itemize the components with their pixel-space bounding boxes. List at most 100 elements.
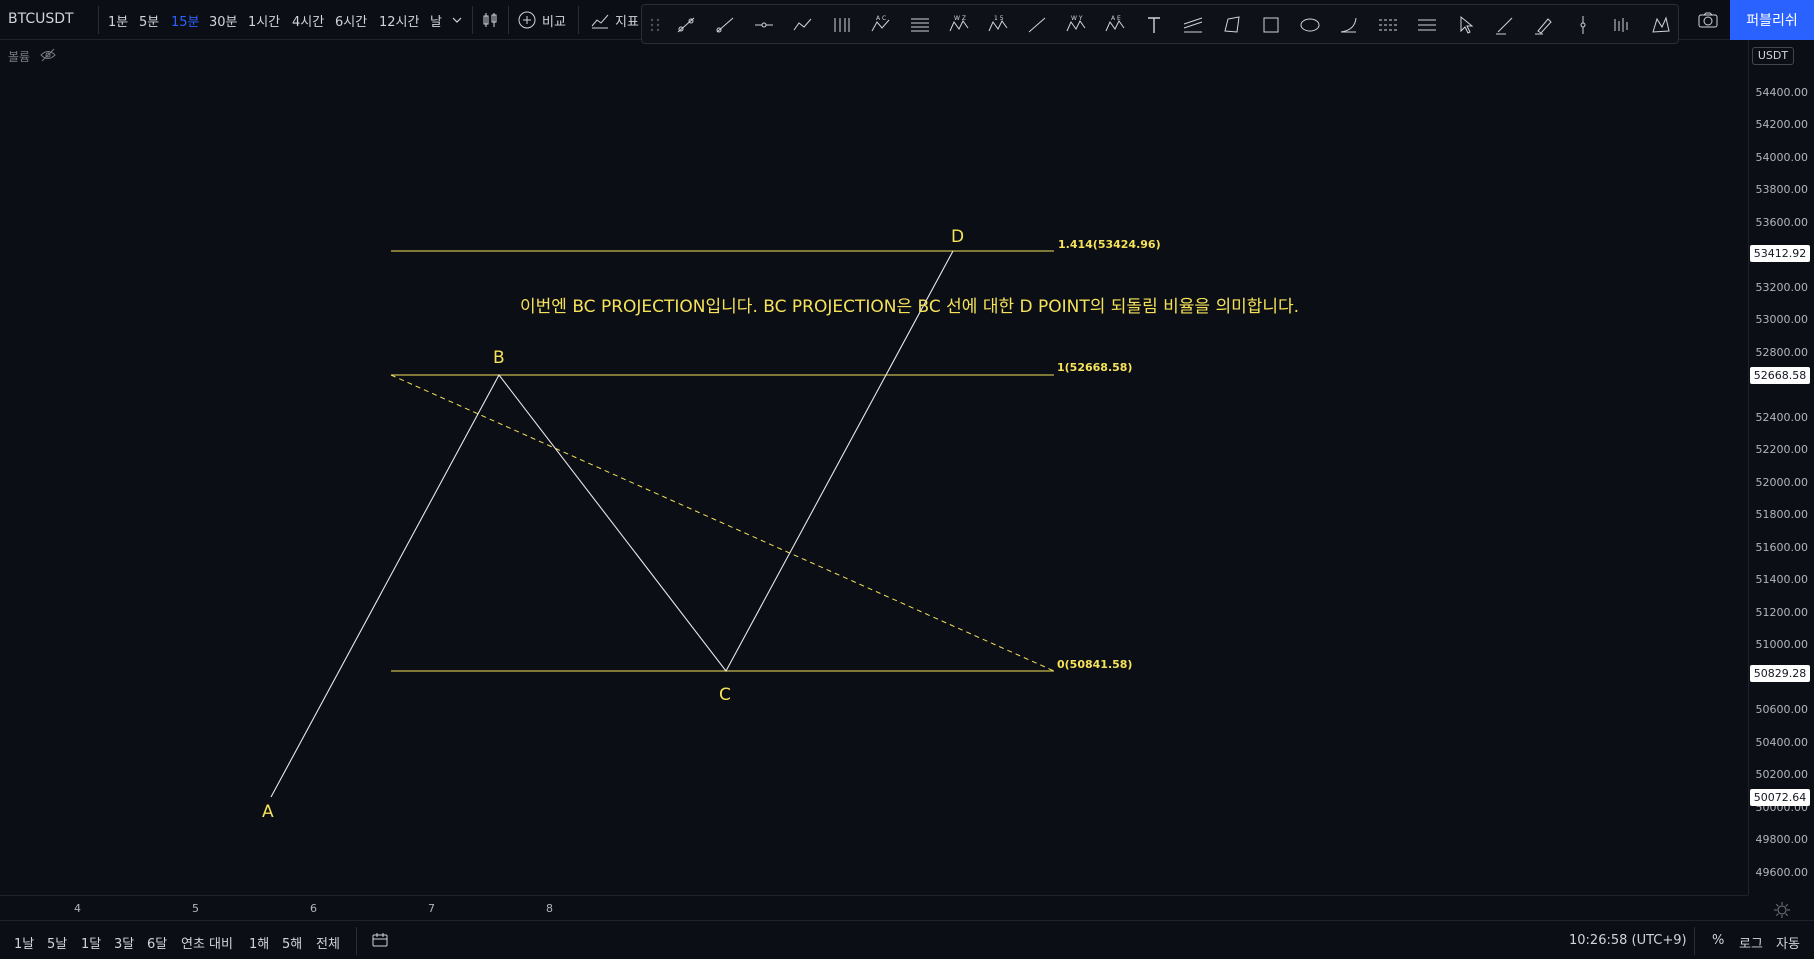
rectangle-icon[interactable] (1257, 11, 1285, 39)
parallel-channel-icon[interactable] (1374, 11, 1402, 39)
range-5y[interactable]: 5해 (282, 933, 302, 952)
price-tick: 49600.00 (1755, 866, 1809, 879)
interval-1h[interactable]: 1시간 (248, 11, 280, 30)
abcd-path[interactable] (270, 250, 954, 798)
percent-toggle[interactable]: % (1712, 933, 1724, 948)
interval-30m[interactable]: 30분 (209, 11, 238, 30)
impulse-wave-icon[interactable]: 1 5 (984, 11, 1012, 39)
line-tool-icon[interactable] (1023, 11, 1051, 39)
interval-1m[interactable]: 1분 (108, 11, 128, 30)
price-axis[interactable]: 54400.00 54200.00 54000.00 53800.00 5360… (1748, 40, 1814, 895)
arc-icon[interactable] (1335, 11, 1363, 39)
interval-15m[interactable]: 15분 (171, 11, 200, 30)
projection-dashed-line[interactable] (390, 374, 1055, 672)
price-tick: 53000.00 (1755, 313, 1809, 326)
chart-pane[interactable]: 1.414(53424.96) 1(52668.58) 0(50841.58) … (0, 40, 1748, 895)
divider (508, 6, 509, 34)
clock-timezone[interactable]: 10:26:58 (UTC+9) (1569, 933, 1687, 948)
brush-icon[interactable] (1491, 11, 1519, 39)
svg-text:W Y: W Y (1071, 15, 1083, 22)
compare-button[interactable]: 비교 (517, 8, 566, 32)
level-label-1: 1(52668.58) (1057, 361, 1132, 374)
xabcd-pattern-icon[interactable] (1647, 11, 1675, 39)
divider (1694, 927, 1695, 955)
polygon-icon[interactable] (1218, 11, 1246, 39)
range-ytd[interactable]: 연초 대비 (181, 933, 233, 952)
drag-handle-icon[interactable] (650, 18, 660, 32)
ray-icon[interactable] (711, 11, 739, 39)
interval-day[interactable]: 날 (430, 11, 442, 30)
path-icon[interactable] (789, 11, 817, 39)
range-1y[interactable]: 1해 (249, 933, 269, 952)
interval-12h[interactable]: 12시간 (379, 11, 419, 30)
level-label-1414: 1.414(53424.96) (1058, 238, 1161, 251)
time-tick: 8 (546, 902, 553, 915)
wxy-pattern-icon[interactable]: W Y (1062, 11, 1090, 39)
interval-5m[interactable]: 5분 (139, 11, 159, 30)
divider (356, 927, 357, 955)
interval-4h[interactable]: 4시간 (292, 11, 324, 30)
svg-text:A E: A E (1111, 15, 1121, 22)
trend-line-icon[interactable] (672, 11, 700, 39)
price-tick: 50600.00 (1755, 703, 1809, 716)
gear-icon[interactable] (1772, 900, 1792, 920)
time-axis[interactable]: 4 5 6 7 8 (0, 895, 1748, 919)
abc-pattern-icon[interactable]: A C (867, 11, 895, 39)
svg-text:1 5: 1 5 (994, 15, 1004, 22)
price-tick: 53600.00 (1755, 216, 1809, 229)
currency-badge[interactable]: USDT (1752, 47, 1794, 65)
divider (472, 6, 473, 34)
indicators-button[interactable]: 지표 (590, 8, 639, 32)
drawing-toolbar: A C W Z 1 5 W Y A E (641, 4, 1679, 44)
log-toggle[interactable]: 로그 (1739, 933, 1763, 952)
range-1m[interactable]: 1달 (81, 933, 101, 952)
price-tick: 52800.00 (1755, 346, 1809, 359)
range-3m[interactable]: 3달 (114, 933, 134, 952)
cursor-icon[interactable] (1452, 11, 1480, 39)
wxy-wave-icon[interactable]: W Z (945, 11, 973, 39)
bars-pattern-icon[interactable] (1608, 11, 1636, 39)
range-6m[interactable]: 6달 (147, 933, 167, 952)
chevron-down-icon[interactable] (452, 8, 462, 32)
text-icon[interactable] (1140, 11, 1168, 39)
plus-circle-icon (517, 10, 537, 30)
auto-toggle[interactable]: 자동 (1776, 933, 1800, 952)
time-tick: 5 (192, 902, 199, 915)
horizontal-line-icon[interactable] (750, 11, 778, 39)
bottom-toolbar: 1날 5날 1달 3달 6달 연초 대비 1해 5해 전체 10:26:58 (… (0, 920, 1814, 959)
candlestick-icon[interactable] (480, 8, 500, 32)
level-label-0: 0(50841.58) (1057, 658, 1132, 671)
publish-button[interactable]: 퍼블리쉬 (1730, 0, 1814, 40)
price-tick: 51600.00 (1755, 541, 1809, 554)
time-tick: 4 (74, 902, 81, 915)
pitchfork-icon[interactable] (828, 11, 856, 39)
time-tick: 6 (310, 902, 317, 915)
price-tick: 51000.00 (1755, 638, 1809, 651)
vertical-line-icon[interactable] (1569, 11, 1597, 39)
fib-retracement-icon[interactable] (906, 11, 934, 39)
price-tick: 54400.00 (1755, 86, 1809, 99)
indicators-label: 지표 (615, 14, 639, 30)
price-label: 53412.92 (1750, 245, 1810, 262)
range-1d[interactable]: 1날 (14, 933, 34, 952)
date-range-icon[interactable] (371, 931, 389, 949)
symbol-name[interactable]: BTCUSDT (8, 11, 74, 27)
interval-6h[interactable]: 6시간 (335, 11, 367, 30)
price-tick: 50200.00 (1755, 768, 1809, 781)
price-tick: 53200.00 (1755, 281, 1809, 294)
regression-icon[interactable] (1413, 11, 1441, 39)
ellipse-icon[interactable] (1296, 11, 1324, 39)
range-all[interactable]: 전체 (316, 933, 340, 952)
svg-text:A C: A C (876, 15, 886, 22)
annotation-text[interactable]: 이번엔 BC PROJECTION입니다. BC PROJECTION은 BC … (520, 297, 1299, 317)
range-5d[interactable]: 5날 (47, 933, 67, 952)
price-tick: 52000.00 (1755, 476, 1809, 489)
compare-label: 비교 (542, 14, 566, 30)
camera-icon[interactable] (1694, 8, 1722, 32)
highlighter-icon[interactable] (1530, 11, 1558, 39)
price-tick: 50400.00 (1755, 736, 1809, 749)
ae-pattern-icon[interactable]: A E (1101, 11, 1129, 39)
price-tick: 51800.00 (1755, 508, 1809, 521)
fib-channel-icon[interactable] (1179, 11, 1207, 39)
price-label: 50829.28 (1750, 665, 1810, 682)
